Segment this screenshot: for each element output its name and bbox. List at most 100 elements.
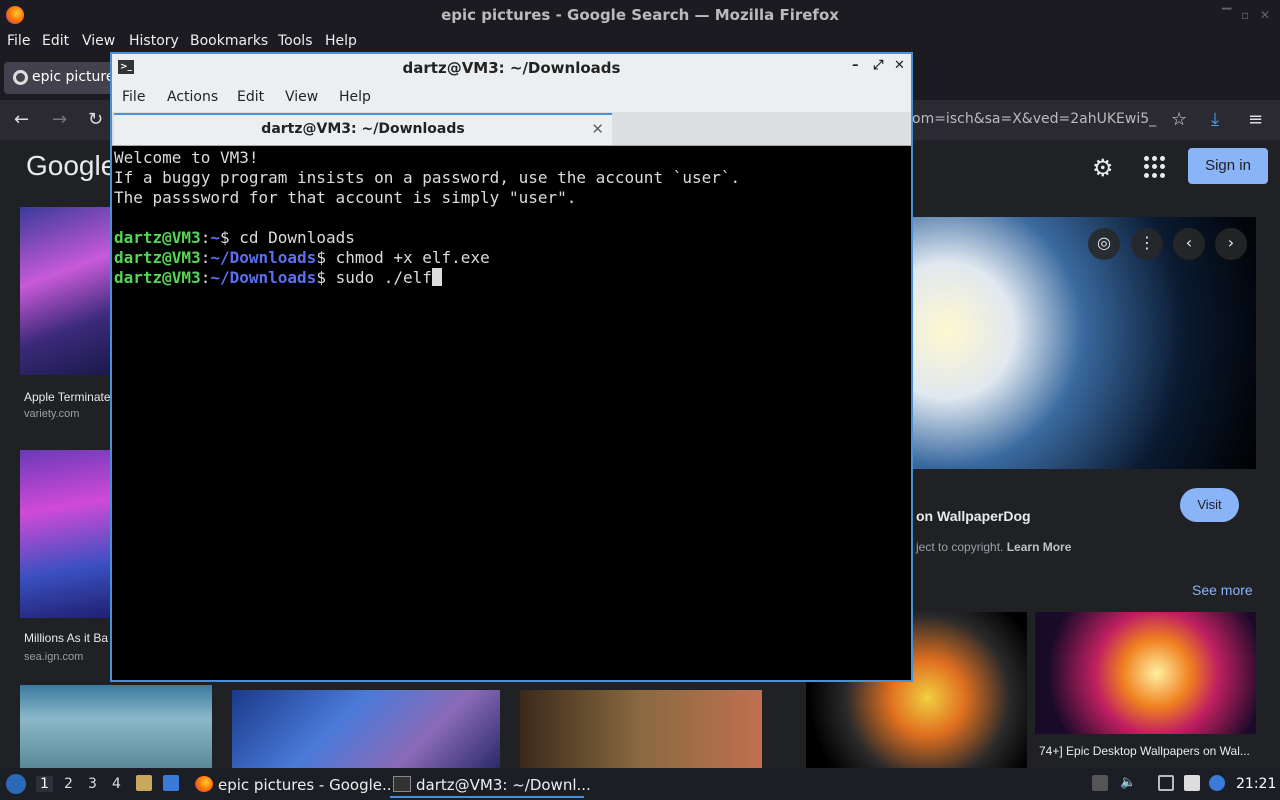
prompt-user: dartz@VM3 xyxy=(114,268,201,287)
menu-history[interactable]: History xyxy=(129,33,179,49)
result-image[interactable] xyxy=(1035,612,1256,734)
settings-gear-icon[interactable]: ⚙ xyxy=(1092,154,1118,182)
menu-help[interactable]: Help xyxy=(325,33,357,49)
see-more-link[interactable]: See more xyxy=(1192,582,1253,598)
download-icon[interactable]: ⤓ xyxy=(1211,109,1219,130)
terminal-minimize-icon[interactable]: – xyxy=(852,58,859,73)
taskbar-task-label: epic pictures - Google... xyxy=(218,776,397,794)
taskbar-task-label: dartz@VM3: ~/Downl... xyxy=(416,776,591,794)
motd-line: Welcome to VM3! xyxy=(114,148,259,167)
terminal-menu-actions[interactable]: Actions xyxy=(167,89,218,105)
browser-tab-title: epic pictures xyxy=(32,69,122,85)
workspace-4[interactable]: 4 xyxy=(112,776,121,792)
firefox-titlebar: epic pictures - Google Search — Mozilla … xyxy=(0,0,1280,30)
forward-icon[interactable]: → xyxy=(52,109,67,130)
apps-grid-icon[interactable] xyxy=(1144,156,1166,178)
terminal-close-icon[interactable]: ✕ xyxy=(894,58,905,73)
menu-tools[interactable]: Tools xyxy=(278,33,313,49)
prompt-user: dartz@VM3 xyxy=(114,228,201,247)
terminal-titlebar: >_ dartz@VM3: ~/Downloads – ⤢ ✕ xyxy=(112,54,911,82)
prompt-path: ~/Downloads xyxy=(210,268,317,287)
result-image[interactable] xyxy=(520,690,762,768)
preview-title[interactable]: on WallpaperDog xyxy=(916,508,1031,524)
terminal-menubar: File Actions Edit View Help xyxy=(112,82,911,112)
tab-close-icon[interactable]: ✕ xyxy=(591,120,604,138)
menu-bookmarks[interactable]: Bookmarks xyxy=(190,33,268,49)
terminal-tab-title: dartz@VM3: ~/Downloads xyxy=(261,121,465,137)
terminal-icon xyxy=(393,776,411,792)
terminal-menu-help[interactable]: Help xyxy=(339,89,371,105)
command-text: sudo ./elf xyxy=(335,268,432,287)
menu-view[interactable]: View xyxy=(82,33,115,49)
visit-button[interactable]: Visit xyxy=(1180,488,1239,522)
firefox-menubar: File Edit View History Bookmarks Tools H… xyxy=(0,30,1280,54)
workspace-1[interactable]: 1 xyxy=(36,776,53,792)
result-image[interactable] xyxy=(232,690,500,768)
firefox-icon xyxy=(195,776,213,792)
terminal-menu-edit[interactable]: Edit xyxy=(237,89,264,105)
command-line: dartz@VM3:~/Downloads$ chmod +x elf.exe xyxy=(114,248,490,267)
clipboard-icon[interactable] xyxy=(1184,775,1200,791)
hamburger-menu-icon[interactable]: ≡ xyxy=(1248,109,1263,130)
url-bar[interactable]: om=isch&sa=X&ved=2ahUKEwi5_ xyxy=(912,106,1162,134)
text-cursor xyxy=(431,268,442,286)
network-icon[interactable] xyxy=(1158,775,1174,791)
terminal-tabbar: dartz@VM3: ~/Downloads ✕ xyxy=(112,112,911,146)
reload-icon[interactable]: ↻ xyxy=(88,109,103,130)
terminal-menu-file[interactable]: File xyxy=(122,89,145,105)
show-desktop-icon[interactable] xyxy=(163,775,179,791)
motd-line: If a buggy program insists on a password… xyxy=(114,168,741,187)
prompt-user: dartz@VM3 xyxy=(114,248,201,267)
prompt-path: ~/Downloads xyxy=(210,248,317,267)
motd-line: The passsword for that account is simply… xyxy=(114,188,577,207)
workspace-3[interactable]: 3 xyxy=(88,776,97,792)
result-caption[interactable]: 74+] Epic Desktop Wallpapers on Wal... xyxy=(1039,744,1254,758)
back-icon[interactable]: ← xyxy=(14,109,29,130)
result-image[interactable] xyxy=(20,207,110,375)
command-text: cd Downloads xyxy=(239,228,355,247)
menu-file[interactable]: File xyxy=(7,33,30,49)
preview-image[interactable] xyxy=(912,217,1256,469)
prompt-path: ~ xyxy=(210,228,220,247)
result-caption[interactable]: Millions As it Ba xyxy=(24,631,110,645)
result-image[interactable] xyxy=(20,685,212,768)
lens-search-icon[interactable]: ◎ xyxy=(1088,228,1120,260)
start-menu-icon[interactable] xyxy=(6,774,26,794)
terminal-maximize-icon[interactable]: ⤢ xyxy=(873,58,883,73)
taskbar-firefox[interactable]: epic pictures - Google... xyxy=(192,770,396,798)
previous-arrow-icon[interactable]: ‹ xyxy=(1173,228,1205,260)
workspace-2[interactable]: 2 xyxy=(64,776,73,792)
more-options-icon[interactable]: ⋮ xyxy=(1131,228,1163,260)
sign-in-button[interactable]: Sign in xyxy=(1188,148,1268,184)
copyright-notice: ject to copyright. Learn More xyxy=(916,540,1072,554)
taskbar-terminal[interactable]: dartz@VM3: ~/Downl... xyxy=(390,770,591,798)
menu-edit[interactable]: Edit xyxy=(42,33,69,49)
result-source: variety.com xyxy=(24,408,80,420)
terminal-window: >_ dartz@VM3: ~/Downloads – ⤢ ✕ File Act… xyxy=(110,52,913,682)
learn-more-link[interactable]: Learn More xyxy=(1007,540,1072,554)
update-notifier-icon[interactable] xyxy=(1209,775,1225,791)
result-caption[interactable]: Apple Terminate xyxy=(24,390,110,404)
firefox-window-title: epic pictures - Google Search — Mozilla … xyxy=(441,6,839,24)
command-text: chmod +x elf.exe xyxy=(335,248,490,267)
terminal-output[interactable]: Welcome to VM3! If a buggy program insist… xyxy=(114,148,909,678)
volume-icon[interactable]: 🔈 xyxy=(1120,775,1136,791)
maximize-icon[interactable]: ▫ xyxy=(1241,8,1249,22)
google-logo[interactable]: Google xyxy=(26,150,116,182)
result-image[interactable] xyxy=(20,450,110,618)
minimize-icon[interactable]: ▔ xyxy=(1222,8,1231,22)
clock[interactable]: 21:21 xyxy=(1236,776,1276,792)
command-line: dartz@VM3:~/Downloads$ sudo ./elf xyxy=(114,268,909,288)
terminal-tab[interactable]: dartz@VM3: ~/Downloads ✕ xyxy=(114,113,612,145)
bookmark-star-icon[interactable]: ☆ xyxy=(1171,109,1187,130)
tray-drive-icon[interactable] xyxy=(1092,775,1108,791)
close-icon[interactable]: ✕ xyxy=(1260,8,1270,22)
google-favicon-icon xyxy=(13,70,28,85)
file-manager-icon[interactable] xyxy=(136,775,152,791)
terminal-app-icon: >_ xyxy=(118,60,134,74)
result-source: sea.ign.com xyxy=(24,651,84,663)
command-line: dartz@VM3:~$ cd Downloads xyxy=(114,228,355,247)
next-arrow-icon[interactable]: › xyxy=(1215,228,1247,260)
terminal-menu-view[interactable]: View xyxy=(285,89,318,105)
taskbar: 1 2 3 4 epic pictures - Google... dartz@… xyxy=(0,768,1280,800)
